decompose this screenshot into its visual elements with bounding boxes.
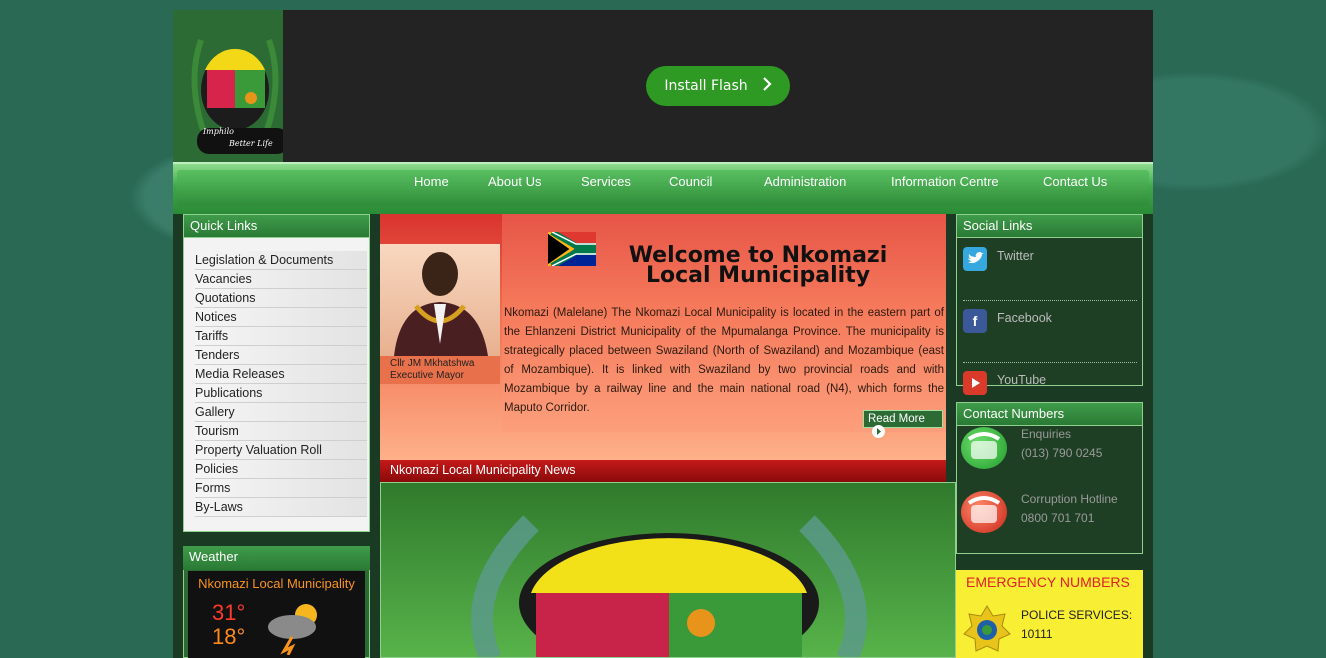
main-navigation: Home About Us Services Council Administr… <box>173 162 1153 214</box>
nav-bar <box>177 170 1149 206</box>
youtube-label: YouTube <box>997 373 1047 387</box>
quick-link-item[interactable]: Property Valuation Roll <box>195 441 367 460</box>
social-link-youtube[interactable]: YouTube <box>963 363 1137 395</box>
twitter-label: Twitter <box>997 249 1034 263</box>
quick-links-list: Legislation & Documents Vacancies Quotat… <box>195 251 367 517</box>
south-africa-flag-icon <box>547 229 599 270</box>
enquiries-label: Enquiries <box>1021 427 1072 441</box>
green-phone-icon <box>961 427 1007 469</box>
quick-link-item[interactable]: Forms <box>195 479 367 498</box>
red-phone-icon <box>961 491 1007 533</box>
weather-widget[interactable]: Nkomazi Local Municipality 31° 18° <box>188 571 365 658</box>
social-link-twitter[interactable]: Twitter <box>963 239 1137 301</box>
social-link-facebook[interactable]: f Facebook <box>963 301 1137 363</box>
social-links-title: Social Links <box>956 214 1143 238</box>
twitter-icon <box>963 247 987 271</box>
logo-motto-2: Better Life <box>228 139 273 148</box>
news-image[interactable] <box>380 482 956 658</box>
weather-low: 18° <box>212 624 246 649</box>
contact-numbers-title: Contact Numbers <box>956 402 1143 426</box>
quick-link-item[interactable]: Tariffs <box>195 327 367 346</box>
install-flash-label: Install Flash <box>664 78 748 94</box>
quick-link-item[interactable]: Quotations <box>195 289 367 308</box>
nav-item-contact-us[interactable]: Contact Us <box>1043 174 1107 189</box>
quick-link-item[interactable]: Tourism <box>195 422 367 441</box>
welcome-intro-text: Nkomazi (Malelane) The Nkomazi Local Mun… <box>504 307 944 414</box>
header: Imphilo Better Life Install Flash <box>173 10 1153 162</box>
contact-numbers-panel: Contact Numbers Enquiries (013) 790 0245… <box>956 402 1143 554</box>
municipality-logo[interactable]: Imphilo Better Life <box>173 10 283 162</box>
emergency-numbers-panel: EMERGENCY NUMBERS POLICE SERVICES: 10111 <box>956 570 1143 658</box>
nav-item-services[interactable]: Services <box>581 174 631 189</box>
nav-item-about-us[interactable]: About Us <box>488 174 541 189</box>
read-more-button[interactable]: Read More <box>863 410 943 438</box>
quick-link-item[interactable]: Policies <box>195 460 367 479</box>
welcome-title: Welcome to Nkomazi Local Municipality <box>628 243 888 288</box>
welcome-section: Cllr JM Mkhatshwa Executive Mayor Welcom… <box>380 214 946 476</box>
page-container: Imphilo Better Life Install Flash Home A… <box>173 10 1153 658</box>
quick-link-item[interactable]: Gallery <box>195 403 367 422</box>
nav-item-administration[interactable]: Administration <box>764 174 846 189</box>
police-services: POLICE SERVICES: 10111 <box>1021 606 1132 644</box>
quick-link-item[interactable]: Legislation & Documents <box>195 251 367 270</box>
chevron-right-icon <box>762 77 772 95</box>
nav-item-information-centre[interactable]: Information Centre <box>891 174 999 189</box>
facebook-label: Facebook <box>997 311 1052 325</box>
youtube-icon <box>963 371 987 395</box>
quick-link-item[interactable]: By-Laws <box>195 498 367 517</box>
quick-links-title: Quick Links <box>183 214 370 238</box>
corruption-hotline-number[interactable]: 0800 701 701 <box>1021 511 1094 525</box>
weather-high: 31° <box>212 600 246 625</box>
cloud-sun-storm-icon <box>262 599 326 658</box>
quick-link-item[interactable]: Notices <box>195 308 367 327</box>
mayor-name: Cllr JM Mkhatshwa <box>390 358 475 369</box>
enquiries-number[interactable]: (013) 790 0245 <box>1021 446 1102 460</box>
quick-link-item[interactable]: Media Releases <box>195 365 367 384</box>
weather-panel: Weather Nkomazi Local Municipality 31° 1… <box>183 546 370 658</box>
police-number[interactable]: 10111 <box>1021 625 1132 644</box>
read-more-label: Read More <box>868 413 925 425</box>
quick-links-panel: Quick Links Legislation & Documents Vaca… <box>183 214 370 532</box>
social-links-panel: Social Links Twitter f Facebook YouTube <box>956 214 1143 395</box>
corruption-hotline-label: Corruption Hotline <box>1021 492 1118 506</box>
main-content: Cllr JM Mkhatshwa Executive Mayor Welcom… <box>380 214 956 658</box>
quick-link-item[interactable]: Vacancies <box>195 270 367 289</box>
logo-motto-1: Imphilo <box>202 127 234 136</box>
mayor-title: Executive Mayor <box>390 370 464 381</box>
mayor-caption: Cllr JM Mkhatshwa Executive Mayor <box>380 356 500 384</box>
news-heading: Nkomazi Local Municipality News <box>380 460 946 482</box>
facebook-icon: f <box>963 309 987 333</box>
quick-link-item[interactable]: Publications <box>195 384 367 403</box>
mayor-photo <box>380 244 500 356</box>
emergency-title: EMERGENCY NUMBERS <box>966 574 1130 590</box>
nav-item-home[interactable]: Home <box>414 174 449 189</box>
nav-item-council[interactable]: Council <box>669 174 712 189</box>
arrow-right-icon <box>872 425 885 438</box>
weather-location: Nkomazi Local Municipality <box>198 576 355 591</box>
police-badge-icon <box>962 604 1012 658</box>
quick-link-item[interactable]: Tenders <box>195 346 367 365</box>
weather-title: Weather <box>183 546 370 570</box>
police-label: POLICE SERVICES: <box>1021 608 1133 622</box>
install-flash-button[interactable]: Install Flash <box>646 66 790 106</box>
